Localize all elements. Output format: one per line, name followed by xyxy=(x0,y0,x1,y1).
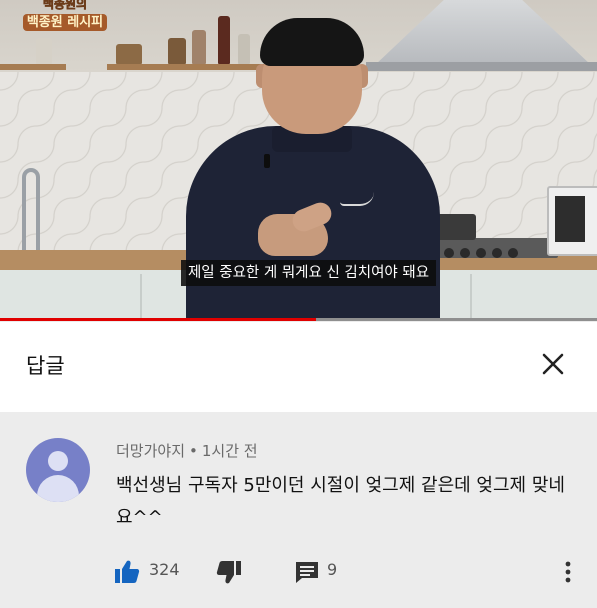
thumbs-up-icon xyxy=(115,560,140,583)
meta-separator: • xyxy=(189,442,198,460)
video-player[interactable]: 백종원의 백종원 레시피 제일 중요한 게 뭐게요 신 김치여야 돼요 xyxy=(0,0,597,321)
faucet xyxy=(22,168,40,252)
replies-header: 답글 xyxy=(0,322,597,412)
jar xyxy=(36,38,52,64)
thumbs-down-icon xyxy=(216,561,241,584)
comment-text: 백선생님 구독자 5만이던 시절이 엊그제 같은데 엊그제 맞네요^^ xyxy=(116,475,565,528)
like-count: 324 xyxy=(149,560,180,579)
avatar-head xyxy=(48,451,68,471)
avatar-body xyxy=(37,475,79,502)
video-progress-fill xyxy=(0,318,317,321)
cabinet-seam xyxy=(470,274,472,318)
more-vert-icon xyxy=(565,561,571,583)
comment-author[interactable]: 더망가야지 xyxy=(116,442,185,460)
comment-bubble-icon xyxy=(296,562,318,583)
chef-hair xyxy=(260,18,364,66)
lapel-mic xyxy=(264,154,270,168)
like-button[interactable] xyxy=(114,559,140,585)
microwave-door xyxy=(555,196,585,242)
microwave xyxy=(547,186,597,256)
close-icon xyxy=(542,353,564,375)
knob xyxy=(492,248,502,258)
replies-title: 답글 xyxy=(26,354,65,378)
range-hood-base xyxy=(366,62,597,71)
kitchen-shelf xyxy=(107,64,264,70)
comment-meta: 더망가야지 • 1시간 전 xyxy=(116,440,258,461)
reply-count: 9 xyxy=(327,560,338,579)
avatar[interactable] xyxy=(26,438,90,502)
jar xyxy=(192,30,206,64)
comment-time: 1시간 전 xyxy=(201,442,258,460)
cabinet-seam xyxy=(140,274,142,318)
channel-logo-line1: 백종원의 xyxy=(42,0,88,11)
knob xyxy=(460,248,470,258)
channel-logo-line2: 백종원 레시피 xyxy=(22,14,108,31)
reply-button[interactable] xyxy=(294,559,320,585)
knob xyxy=(508,248,518,258)
jar xyxy=(238,34,250,64)
dislike-button[interactable] xyxy=(216,559,242,585)
kitchen-shelf xyxy=(0,64,66,70)
more-options-button[interactable] xyxy=(562,559,574,585)
video-progress-bar[interactable] xyxy=(0,318,597,321)
channel-logo: 백종원의 백종원 레시피 xyxy=(22,0,108,40)
jar xyxy=(218,16,230,64)
video-subtitle: 제일 중요한 게 뭐게요 신 김치여야 돼요 xyxy=(181,260,436,286)
knob xyxy=(476,248,486,258)
jar xyxy=(116,44,142,64)
close-button[interactable] xyxy=(535,346,571,382)
knob xyxy=(444,248,454,258)
jar xyxy=(168,38,186,64)
